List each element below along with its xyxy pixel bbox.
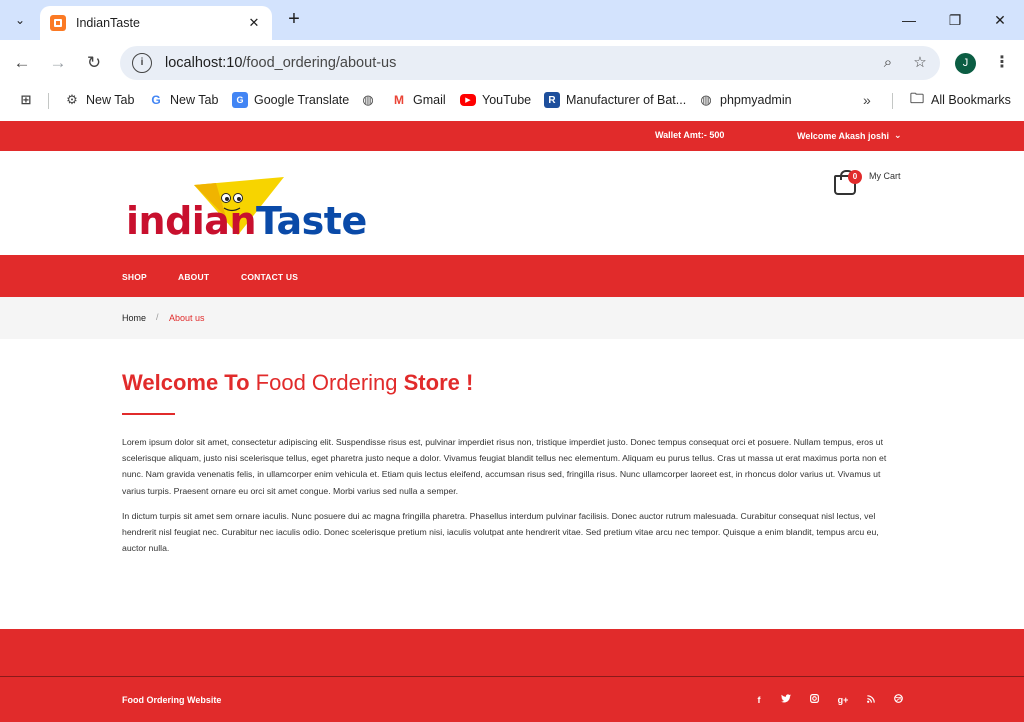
- address-bar[interactable]: i localhost:10/food_ordering/about-us ⌕ …: [120, 46, 940, 80]
- bookmarks-divider-2: [892, 93, 893, 109]
- restore-window-icon[interactable]: ❐: [943, 8, 967, 32]
- cart-count-badge: 0: [848, 170, 862, 184]
- folder-icon: 🗀: [910, 90, 924, 106]
- cart-label: My Cart: [869, 171, 901, 181]
- dribbble-icon[interactable]: [891, 693, 905, 707]
- welcome-text: Welcome Akash joshi: [797, 130, 890, 141]
- bookmark-globe[interactable]: ◍: [360, 90, 382, 110]
- site-info-icon[interactable]: i: [132, 53, 152, 73]
- bookmark-phpmyadmin[interactable]: ◍ phpmyadmin: [698, 90, 791, 110]
- bookmark-star-icon[interactable]: ☆: [908, 51, 932, 75]
- title-underline: [122, 413, 175, 415]
- site-top-bar: Wallet Amt:- 500 Welcome Akash joshi ⌄: [0, 121, 1024, 151]
- bookmark-youtube[interactable]: ▶ YouTube: [460, 90, 531, 110]
- bookmark-google-translate[interactable]: G Google Translate: [232, 90, 349, 110]
- logo-wordmark: indianTaste: [126, 199, 367, 243]
- breadcrumb-current: About us: [169, 313, 205, 323]
- more-bookmarks-chevron-icon[interactable]: »: [863, 90, 871, 110]
- nav-contact-us[interactable]: CONTACT US: [241, 272, 298, 282]
- site-logo[interactable]: indianTaste: [126, 177, 367, 243]
- about-paragraph-2: In dictum turpis sit amet sem ornare iac…: [122, 510, 879, 554]
- browser-tabstrip: ⌄ IndianTaste ✕ + — ❐ ✕: [0, 0, 1024, 40]
- nav-about[interactable]: ABOUT: [178, 272, 209, 282]
- browser-menu-icon[interactable]: ⋮: [992, 51, 1012, 75]
- google-plus-icon[interactable]: g+: [836, 693, 850, 707]
- bookmarks-bar: ⊞ ⚙ New Tab G New Tab G Google Translate…: [0, 86, 1024, 114]
- gear-icon: ⚙: [66, 92, 78, 107]
- profile-avatar[interactable]: J: [955, 53, 976, 74]
- breadcrumb-separator: /: [156, 312, 159, 322]
- about-paragraph-1: Lorem ipsum dolor sit amet, consectetur …: [122, 437, 887, 496]
- close-window-icon[interactable]: ✕: [988, 8, 1012, 32]
- tab-title: IndianTaste: [76, 16, 140, 30]
- wallet-amount: Wallet Amt:- 500: [655, 130, 725, 140]
- globe-icon: ◍: [700, 92, 712, 107]
- url-text[interactable]: localhost:10/food_ordering/about-us: [165, 55, 876, 71]
- browser-tab[interactable]: IndianTaste ✕: [40, 6, 272, 40]
- youtube-icon: ▶: [460, 94, 476, 106]
- twitter-icon[interactable]: [779, 693, 793, 707]
- bookmark-new-tab-1[interactable]: ⚙ New Tab: [64, 90, 134, 110]
- reload-icon[interactable]: ↻: [82, 51, 106, 75]
- new-tab-plus-icon[interactable]: +: [282, 8, 306, 32]
- apps-grid-icon[interactable]: ⊞: [18, 90, 40, 110]
- cart-button[interactable]: 0 My Cart: [832, 170, 912, 201]
- zoom-icon[interactable]: ⌕: [876, 51, 900, 75]
- forward-arrow-icon[interactable]: →: [46, 51, 70, 75]
- bookmark-gmail[interactable]: M Gmail: [391, 90, 446, 110]
- back-arrow-icon[interactable]: ←: [10, 51, 34, 75]
- close-tab-icon[interactable]: ✕: [246, 15, 262, 31]
- tab-search-chevron-icon[interactable]: ⌄: [8, 8, 32, 32]
- footer-copyright: Food Ordering Website: [122, 695, 222, 705]
- bookmarks-divider: [48, 93, 49, 109]
- main-nav: SHOP ABOUT CONTACT US: [0, 255, 1024, 297]
- all-bookmarks-folder[interactable]: 🗀 All Bookmarks: [909, 90, 1011, 110]
- minimize-window-icon[interactable]: —: [897, 8, 921, 32]
- facebook-icon[interactable]: f: [752, 693, 766, 707]
- about-content: Welcome To Food Ordering Store ! Lorem i…: [122, 370, 900, 556]
- rss-icon[interactable]: [864, 693, 878, 707]
- footer-bottom: Food Ordering Website f g+: [0, 677, 1024, 722]
- nav-shop[interactable]: SHOP: [122, 272, 147, 282]
- gmail-icon: M: [394, 93, 404, 107]
- google-icon: G: [151, 93, 161, 107]
- translate-icon: G: [232, 92, 248, 108]
- instagram-icon[interactable]: [807, 693, 821, 707]
- bookmark-manufacturer[interactable]: R Manufacturer of Bat...: [544, 90, 686, 110]
- footer-top: [0, 629, 1024, 676]
- r-icon: R: [544, 92, 560, 108]
- breadcrumb: Home / About us: [0, 297, 1024, 339]
- xampp-favicon-icon: [50, 15, 66, 31]
- user-menu[interactable]: Welcome Akash joshi ⌄: [797, 130, 902, 141]
- site-header: indianTaste 0 My Cart: [0, 151, 1024, 255]
- page-title: Welcome To Food Ordering Store !: [122, 370, 474, 395]
- globe-icon: ◍: [362, 92, 374, 107]
- bookmark-new-tab-2[interactable]: G New Tab: [148, 90, 218, 110]
- browser-toolbar: ← → ↻ i localhost:10/food_ordering/about…: [0, 40, 1024, 86]
- chevron-down-icon: ⌄: [894, 130, 902, 140]
- breadcrumb-home[interactable]: Home: [122, 313, 146, 323]
